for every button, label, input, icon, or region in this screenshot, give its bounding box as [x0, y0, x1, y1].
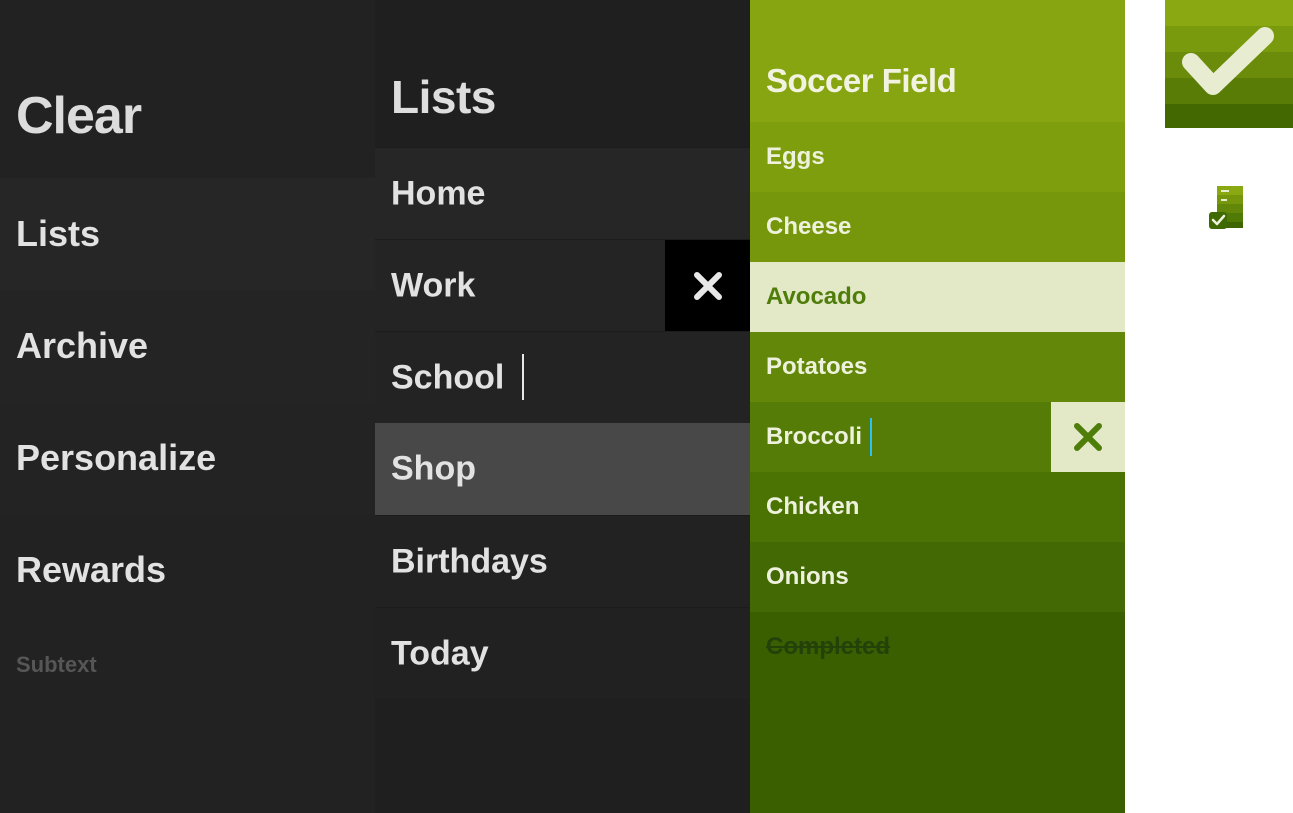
list-row-label: Today	[391, 634, 489, 672]
subtext: Subtext	[16, 652, 97, 677]
list-row-label: School	[391, 358, 505, 396]
list-item-onions[interactable]: Onions	[750, 542, 1125, 612]
list-item-chicken[interactable]: Chicken	[750, 472, 1125, 542]
menu-item-label: Rewards	[16, 549, 167, 590]
list-row-school[interactable]: School	[375, 331, 750, 423]
list-row-label: Birthdays	[391, 542, 548, 580]
list-item-label: Avocado	[766, 283, 867, 310]
list-row-today[interactable]: Today	[375, 607, 750, 699]
app-title: Clear	[16, 87, 142, 145]
checkmark-icon	[1165, 0, 1293, 128]
lists-title: Lists	[391, 71, 496, 123]
lists-panel: Lists Home Work School Shop Birthdays To…	[375, 0, 750, 813]
list-row-label: Home	[391, 174, 486, 212]
list-row-label: Shop	[391, 449, 476, 488]
list-item-cheese[interactable]: Cheese	[750, 192, 1125, 262]
list-item-label: Onions	[766, 563, 849, 590]
menu-item-label: Archive	[16, 325, 149, 366]
delete-list-button[interactable]	[665, 240, 750, 332]
close-icon	[693, 272, 722, 300]
list-item-completed[interactable]: Completed	[750, 612, 1125, 813]
list-header: Soccer Field	[750, 0, 1125, 122]
list-row-work[interactable]: Work	[375, 239, 750, 332]
list-item-label: Cheese	[766, 213, 852, 240]
list-row-label: Work	[391, 266, 476, 304]
app-icons-panel	[1125, 0, 1293, 813]
list-item-label: Potatoes	[766, 353, 868, 380]
text-cursor	[522, 354, 524, 400]
close-icon	[1074, 423, 1102, 451]
text-cursor	[870, 418, 872, 456]
main-menu-panel: Clear Lists Archive Personalize Rewards …	[0, 0, 375, 813]
list-title: Soccer Field	[766, 62, 957, 99]
list-item-broccoli[interactable]: Broccoli	[750, 402, 1125, 472]
list-item-potatoes[interactable]: Potatoes	[750, 332, 1125, 402]
menu-item-rewards[interactable]: Rewards	[0, 514, 375, 626]
menu-item-lists[interactable]: Lists	[0, 178, 375, 290]
menu-item-label: Lists	[16, 213, 101, 254]
list-item-label: Completed	[766, 633, 891, 660]
list-item-label: Broccoli	[766, 423, 863, 450]
list-row-birthdays[interactable]: Birthdays	[375, 515, 750, 607]
menu-item-archive[interactable]: Archive	[0, 290, 375, 402]
menu-item-personalize[interactable]: Personalize	[0, 402, 375, 514]
list-row-home[interactable]: Home	[375, 147, 750, 239]
menu-item-label: Personalize	[16, 437, 217, 478]
list-item-eggs[interactable]: Eggs	[750, 122, 1125, 192]
delete-item-button[interactable]	[1051, 402, 1125, 472]
list-item-label: Eggs	[766, 143, 825, 170]
list-row-shop[interactable]: Shop	[375, 423, 750, 515]
checklist-icon	[1209, 186, 1243, 229]
list-detail-panel: Soccer Field Eggs Cheese Avocado Potatoe…	[750, 0, 1125, 813]
list-item-label: Chicken	[766, 493, 860, 520]
list-item-avocado[interactable]: Avocado	[750, 262, 1125, 332]
